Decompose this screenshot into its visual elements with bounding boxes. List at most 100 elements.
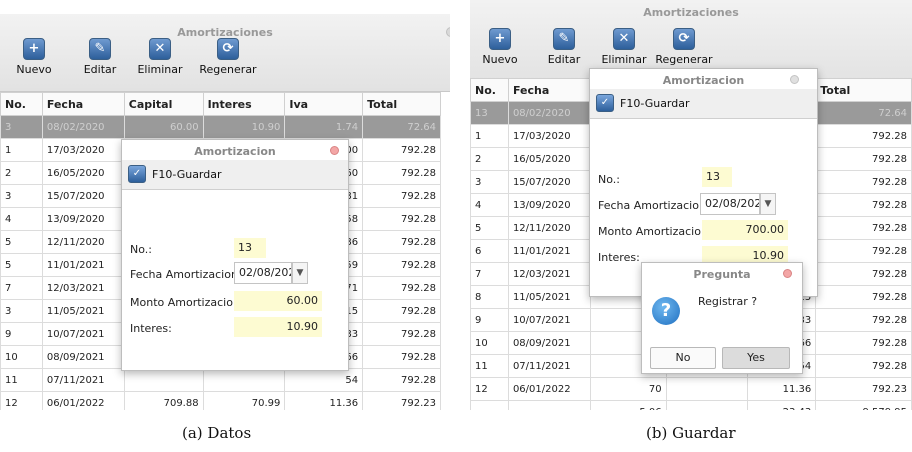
regenerar-button[interactable]: ⟳ Regenerar bbox=[198, 38, 258, 76]
cell-no: 3 bbox=[470, 170, 509, 194]
cell-no: 11 bbox=[470, 354, 509, 378]
save-icon[interactable]: ✓ bbox=[596, 94, 614, 112]
cell-fecha: 06/01/2022 bbox=[507, 377, 591, 401]
column-header[interactable]: Iva bbox=[284, 92, 364, 116]
no-input[interactable]: 13 bbox=[702, 167, 732, 187]
guardar-button[interactable]: F10-Guardar bbox=[620, 97, 690, 110]
guardar-button[interactable]: F10-Guardar bbox=[152, 168, 222, 181]
cell-fecha: 15/07/2020 bbox=[41, 184, 125, 208]
cell-total: 792.28 bbox=[815, 285, 912, 309]
monto-input[interactable]: 700.00 bbox=[702, 220, 788, 240]
cell-iva: 54 bbox=[284, 368, 364, 392]
cell-fecha: 17/03/2020 bbox=[507, 124, 591, 148]
cell-fecha: 12/11/2020 bbox=[507, 216, 591, 240]
cell-fecha: 08/09/2021 bbox=[41, 345, 125, 369]
new-document-icon: + bbox=[489, 28, 511, 50]
edit-icon: ✎ bbox=[89, 38, 111, 60]
cell-total: 792.28 bbox=[815, 193, 912, 217]
cell-fecha: 06/01/2022 bbox=[41, 391, 125, 410]
cell-fecha: 16/05/2020 bbox=[41, 161, 125, 185]
cell-interes bbox=[665, 377, 749, 401]
cell-fecha bbox=[507, 400, 591, 410]
fecha-input[interactable]: 02/08/2020 bbox=[234, 262, 292, 284]
column-header[interactable]: No. bbox=[470, 78, 509, 102]
column-header[interactable]: Total bbox=[362, 92, 441, 116]
table-row[interactable]: 12 06/01/2022 709.88 70.99 11.36 792.23 bbox=[0, 391, 441, 410]
edit-icon: ✎ bbox=[553, 28, 575, 50]
interes-label: Interes: bbox=[598, 251, 640, 264]
cell-no: 3 bbox=[0, 299, 43, 323]
dialog-toolbar: ✓ F10-Guardar bbox=[122, 160, 348, 190]
cell-no: 10 bbox=[0, 345, 43, 369]
window-control-icon[interactable] bbox=[446, 27, 450, 37]
cell-total: 792.28 bbox=[815, 239, 912, 263]
regenerar-button[interactable]: ⟳ Regenerar bbox=[654, 28, 714, 66]
interes-input[interactable]: 10.90 bbox=[234, 317, 322, 337]
confirm-dialog: Pregunta ? Registrar ? No Yes bbox=[641, 262, 803, 374]
monto-input[interactable]: 60.00 bbox=[234, 291, 322, 311]
editar-button[interactable]: ✎ Editar bbox=[534, 28, 594, 66]
cell-iva: 23.43 bbox=[747, 400, 817, 410]
cell-no: 6 bbox=[470, 239, 509, 263]
cell-total: 792.28 bbox=[362, 138, 441, 162]
nuevo-label: Nuevo bbox=[482, 53, 518, 66]
cell-total: 792.28 bbox=[815, 216, 912, 240]
column-header[interactable]: Total bbox=[815, 78, 912, 102]
editar-label: Editar bbox=[547, 53, 581, 66]
cell-fecha: 11/01/2021 bbox=[507, 239, 591, 263]
cell-no bbox=[470, 400, 509, 410]
cell-no: 4 bbox=[0, 207, 43, 231]
cell-total: 792.28 bbox=[815, 262, 912, 286]
cell-total: 792.28 bbox=[815, 170, 912, 194]
column-header[interactable]: Fecha bbox=[41, 92, 125, 116]
delete-icon: ✕ bbox=[613, 28, 635, 50]
cell-no: 11 bbox=[0, 368, 43, 392]
cell-total: 792.28 bbox=[815, 331, 912, 355]
close-icon[interactable] bbox=[790, 75, 799, 84]
cell-fecha: 13/09/2020 bbox=[507, 193, 591, 217]
close-icon[interactable] bbox=[783, 269, 792, 278]
cell-total: 9,579.95 bbox=[815, 400, 912, 410]
editar-label: Editar bbox=[83, 63, 117, 76]
cell-no: 10 bbox=[470, 331, 509, 355]
totals-row[interactable]: 5,06 23.439,579.95 bbox=[470, 400, 912, 410]
column-header[interactable]: Interes bbox=[202, 92, 286, 116]
column-header[interactable]: No. bbox=[0, 92, 43, 116]
fecha-label: Fecha Amortizacion: bbox=[130, 268, 242, 281]
cell-interes: 70.99 bbox=[202, 391, 286, 410]
yes-button[interactable]: Yes bbox=[722, 347, 790, 369]
cell-fecha: 12/03/2021 bbox=[507, 262, 591, 286]
cell-no: 1 bbox=[470, 124, 509, 148]
window-title: Amortizaciones bbox=[643, 6, 739, 19]
eliminar-button[interactable]: ✕ Eliminar bbox=[594, 28, 654, 66]
nuevo-button[interactable]: + Nuevo bbox=[4, 38, 64, 76]
cell-capital: 709.88 bbox=[123, 391, 204, 410]
table-row[interactable]: 11 07/11/2021 54 792.28 bbox=[0, 368, 441, 392]
cell-total: 792.28 bbox=[362, 322, 441, 346]
close-icon[interactable] bbox=[330, 146, 339, 155]
dialog-title: Amortizacion bbox=[662, 74, 745, 87]
eliminar-button[interactable]: ✕ Eliminar bbox=[130, 38, 190, 76]
chevron-down-icon[interactable]: ▼ bbox=[292, 262, 308, 284]
cell-no: 3 bbox=[0, 184, 43, 208]
fecha-input[interactable]: 02/08/2020 bbox=[700, 193, 760, 215]
no-button[interactable]: No bbox=[650, 347, 716, 369]
table-row[interactable]: 3 08/02/2020 60.00 10.90 1.74 72.64 bbox=[0, 115, 441, 139]
cell-no: 9 bbox=[0, 322, 43, 346]
cell-fecha: 10/07/2021 bbox=[507, 308, 591, 332]
chevron-down-icon[interactable]: ▼ bbox=[760, 193, 776, 215]
column-header[interactable]: Capital bbox=[123, 92, 204, 116]
window-toolbar: Amortizaciones + Nuevo ✎ Editar ✕ Elimin… bbox=[0, 14, 450, 92]
fecha-label: Fecha Amortizacion: bbox=[598, 199, 710, 212]
no-label: No.: bbox=[598, 173, 620, 186]
amortizacion-dialog: Amortizacion ✓ F10-Guardar No.: 13 Fecha… bbox=[121, 139, 349, 371]
interes-label: Interes: bbox=[130, 322, 172, 335]
cell-total: 792.28 bbox=[362, 368, 441, 392]
editar-button[interactable]: ✎ Editar bbox=[70, 38, 130, 76]
table-header: No. Fecha Capital Interes Iva Total bbox=[0, 92, 441, 116]
save-icon[interactable]: ✓ bbox=[128, 165, 146, 183]
no-input[interactable]: 13 bbox=[234, 238, 266, 258]
column-header[interactable]: Fecha bbox=[507, 78, 591, 102]
nuevo-button[interactable]: + Nuevo bbox=[470, 28, 530, 66]
table-row[interactable]: 12 06/01/2022 70 11.36 792.23 bbox=[470, 377, 912, 401]
